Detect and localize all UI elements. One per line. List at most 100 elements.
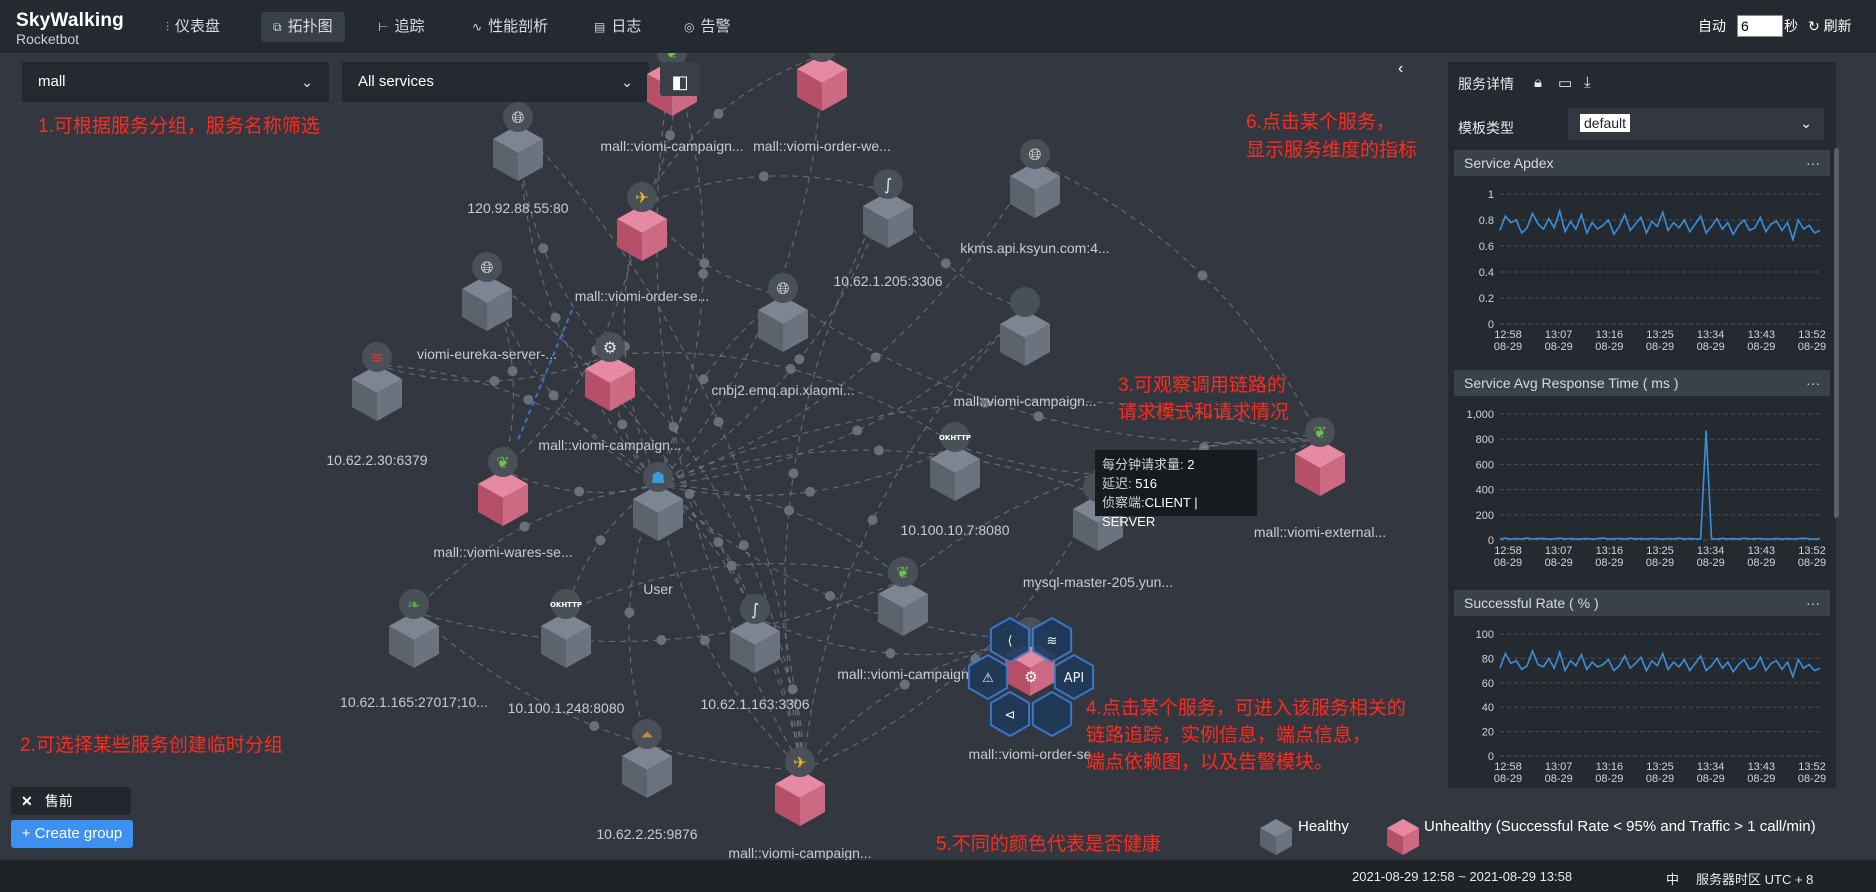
x-tick-date: 08-29 xyxy=(1646,557,1674,569)
service-node[interactable]: ❦ xyxy=(878,557,928,636)
annotation-4b: 链路追踪，实例信息，端点信息， xyxy=(1086,725,1372,746)
service-node[interactable]: 🌐︎ xyxy=(493,102,543,181)
refresh-interval-input[interactable] xyxy=(1737,15,1783,37)
time-range[interactable]: 2021-08-29 12:58 ~ 2021-08-29 13:58 xyxy=(1352,869,1572,884)
edge-midpoint xyxy=(713,416,724,427)
x-tick-label: 13:16 xyxy=(1596,545,1624,557)
node-label[interactable]: mall::viomi-external... xyxy=(1254,524,1386,540)
edge-midpoint xyxy=(656,635,667,646)
nav-alarm[interactable]: ◎ 告警 xyxy=(672,12,743,42)
x-tick-label: 13:07 xyxy=(1545,545,1573,557)
node-label[interactable]: 10.62.2.30:6379 xyxy=(326,452,427,468)
node-label[interactable]: 10.62.1.205:3306 xyxy=(834,273,943,289)
service-node[interactable]: OKHTTP xyxy=(541,589,591,668)
service-node[interactable]: ≋ xyxy=(352,342,402,421)
y-tick-label: 800 xyxy=(1476,434,1494,446)
service-node[interactable]: ✈︎ xyxy=(617,182,667,261)
x-tick-label: 13:43 xyxy=(1748,761,1776,773)
node-label[interactable]: 10.100.10.7:8080 xyxy=(901,522,1010,538)
tooltip-latency-key: 延迟: xyxy=(1102,476,1136,491)
radial-menu-item[interactable]: API xyxy=(1053,653,1095,701)
nav-log[interactable]: ▤ 日志 xyxy=(582,12,653,42)
service-node[interactable]: ∫ xyxy=(863,169,913,248)
y-tick-label: 200 xyxy=(1476,510,1494,522)
more-icon[interactable]: ··· xyxy=(1806,150,1820,176)
app-logo[interactable]: SkyWalking Rocketbot xyxy=(16,10,124,47)
edge-midpoint xyxy=(538,243,549,254)
radial-menu-item[interactable] xyxy=(1031,690,1073,738)
x-tick-label: 13:25 xyxy=(1646,545,1674,557)
node-label[interactable]: mall::viomi-campaign... xyxy=(728,845,871,861)
service-node[interactable]: ❦ xyxy=(1295,417,1345,496)
x-tick-label: 13:43 xyxy=(1748,545,1776,557)
service-node[interactable]: ❦ xyxy=(478,447,528,526)
folder-icon[interactable]: ▭ xyxy=(1558,74,1572,92)
node-label[interactable]: mall::viomi-campaign... xyxy=(600,138,743,154)
temp-group-label: 售前 xyxy=(44,793,73,809)
healthy-legend-icon xyxy=(1260,819,1292,855)
download-icon[interactable]: ⤓ xyxy=(1584,74,1591,91)
nav-trace-label: 追踪 xyxy=(394,18,425,35)
radial-menu-item[interactable]: ≋ xyxy=(1031,616,1073,664)
annotation-1: 1.可根据服务分组，服务名称筛选 xyxy=(38,116,320,137)
x-tick-date: 08-29 xyxy=(1595,557,1623,569)
node-icon-badge xyxy=(1010,287,1040,317)
create-group-button[interactable]: + Create group xyxy=(11,820,133,848)
more-icon[interactable]: ··· xyxy=(1806,370,1820,396)
lock-icon[interactable]: 🔒︎ xyxy=(1534,74,1542,91)
nav-dashboard[interactable]: ⫶ 仪表盘 xyxy=(154,12,232,42)
panel-scrollbar[interactable] xyxy=(1834,148,1839,518)
service-node[interactable]: ✈︎ xyxy=(775,747,825,826)
x-tick-date: 08-29 xyxy=(1697,557,1725,569)
radial-menu-item[interactable]: ⟨ xyxy=(989,616,1031,664)
language-toggle[interactable]: 中 xyxy=(1666,869,1679,888)
radial-menu-item[interactable]: ⊲ xyxy=(989,690,1031,738)
x-tick-date: 08-29 xyxy=(1798,341,1826,353)
node-label[interactable]: mall::viomi-order-se xyxy=(969,746,1092,762)
template-type-select[interactable]: default ⌄ xyxy=(1568,108,1824,140)
annotation-4a: 4.点击某个服务，可进入该服务相关的 xyxy=(1086,698,1406,719)
y-tick-label: 0.4 xyxy=(1479,267,1494,279)
node-label[interactable]: mall::viomi-order-we... xyxy=(753,138,891,154)
close-icon[interactable]: ✕ xyxy=(21,793,33,809)
node-label[interactable]: mall::viomi-campaign... xyxy=(538,437,681,453)
service-node[interactable]: 🌐︎ xyxy=(462,252,512,331)
y-tick-label: 0.2 xyxy=(1479,293,1494,305)
node-label[interactable]: viomi-eureka-server-... xyxy=(417,346,557,362)
x-tick-date: 08-29 xyxy=(1697,773,1725,785)
temp-group-tag[interactable]: ✕ 售前 xyxy=(11,787,131,815)
service-node[interactable]: 🌐︎ xyxy=(1010,139,1060,218)
node-label[interactable]: 10.62.2.25:9876 xyxy=(596,826,697,842)
nav-topology[interactable]: ⧉ 拓扑图 xyxy=(261,12,345,42)
service-node[interactable] xyxy=(1000,287,1050,366)
service-node[interactable]: ❧ xyxy=(389,589,439,668)
chart-title-response: Service Avg Response Time ( ms ) ··· xyxy=(1454,370,1830,396)
profile-icon: ∿ xyxy=(472,20,483,34)
node-label[interactable]: 10.62.1.163:3306 xyxy=(701,696,810,712)
x-tick-date: 08-29 xyxy=(1646,341,1674,353)
more-icon[interactable]: ··· xyxy=(1806,590,1820,616)
edge-midpoint xyxy=(698,374,709,385)
service-node[interactable]: ∫ xyxy=(730,594,780,673)
radial-menu-item[interactable]: ⚠︎ xyxy=(967,653,1009,701)
node-label[interactable]: 120.92.88.55:80 xyxy=(467,200,568,216)
node-label[interactable]: mall::viomi-order-se... xyxy=(575,288,710,304)
node-label[interactable]: 10.100.1.248:8080 xyxy=(508,700,625,716)
node-label[interactable]: mall::viomi-wares-se... xyxy=(433,544,572,560)
node-label[interactable]: mall::viomi-campaign... xyxy=(953,393,1096,409)
node-label[interactable]: kkms.api.ksyun.com:4... xyxy=(960,240,1109,256)
nav-trace[interactable]: ⊢ 追踪 xyxy=(366,12,436,42)
service-node[interactable]: ⏶ xyxy=(622,719,672,798)
edge-midpoint xyxy=(805,486,816,497)
node-label[interactable]: 10.62.1.165:27017;10... xyxy=(340,694,488,710)
service-node[interactable]: ✈︎ xyxy=(797,53,847,111)
collapse-panel-icon[interactable]: ‹ xyxy=(1398,60,1403,78)
node-label[interactable]: mysql-master-205.yun... xyxy=(1023,574,1173,590)
nav-profile[interactable]: ∿ 性能剖析 xyxy=(460,12,560,42)
service-node[interactable]: 🌐︎ xyxy=(758,273,808,352)
node-label[interactable]: cnbj2.emq.api.xiaomi... xyxy=(711,382,854,398)
refresh-button[interactable]: ↻ 刷新 xyxy=(1808,0,1852,53)
edge-midpoint xyxy=(825,590,836,601)
node-label[interactable]: mall::viomi-campaign xyxy=(837,666,968,682)
node-label[interactable]: User xyxy=(643,581,673,597)
